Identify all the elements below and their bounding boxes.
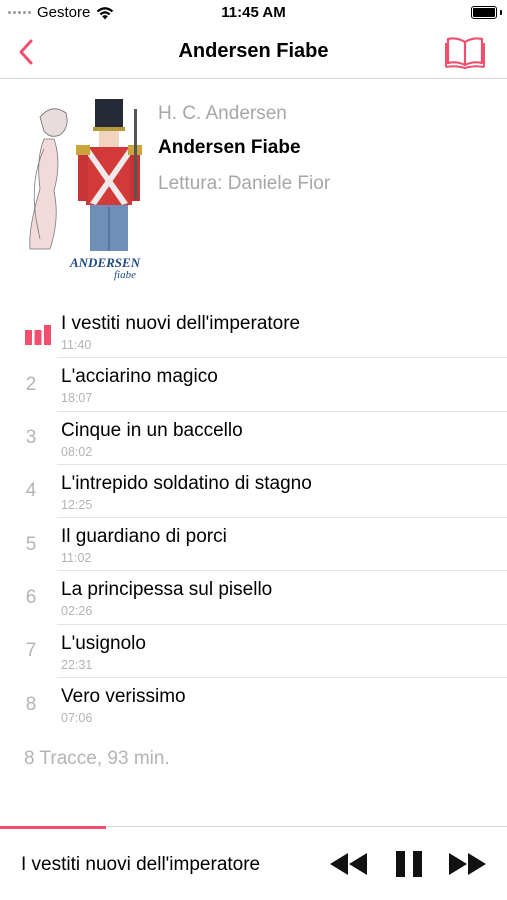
track-duration: 02:26 <box>61 604 93 619</box>
track-title: L'acciarino magico <box>61 366 218 388</box>
track-row[interactable]: 5 Il guardiano di porci 11:02 <box>0 518 507 572</box>
track-duration: 08:02 <box>61 444 93 459</box>
album-author: H. C. Andersen <box>158 103 287 124</box>
tracks-summary: 8 Tracce, 93 min. <box>24 748 170 769</box>
track-number: 3 <box>25 427 37 449</box>
track-title: Vero verissimo <box>61 686 186 708</box>
track-title: I vestiti nuovi dell'imperatore <box>61 313 301 334</box>
track-number: 7 <box>25 640 37 662</box>
album-cover: ANDERSEN fiabe <box>10 99 150 281</box>
track-row[interactable]: 7 L'usignolo 22:31 <box>0 625 507 679</box>
cover-subtitle-text: fiabe <box>114 269 136 281</box>
track-duration: 12:25 <box>61 497 93 512</box>
pause-icon <box>396 851 422 877</box>
track-row[interactable]: I vestiti nuovi dell'imperatore 11:40 <box>0 305 507 359</box>
player-bar: I vestiti nuovi dell'imperatore <box>0 826 507 900</box>
pause-button[interactable] <box>394 849 424 879</box>
battery-icon <box>471 6 497 19</box>
track-title: Cinque in un baccello <box>61 419 243 441</box>
open-book-icon <box>445 37 485 70</box>
track-number: 8 <box>25 693 37 715</box>
track-list: I vestiti nuovi dell'imperatore 11:40 2 … <box>0 305 507 731</box>
navigation-bar: Andersen Fiabe <box>0 26 507 79</box>
book-button[interactable] <box>445 35 485 70</box>
back-button[interactable] <box>10 36 42 68</box>
playback-progress-bar[interactable] <box>0 826 107 829</box>
album-reader: Lettura: Daniele Fior <box>158 173 331 194</box>
battery-tip <box>500 10 502 15</box>
track-title: La principessa sul pisello <box>61 579 273 601</box>
track-row[interactable]: 3 Cinque in un baccello 08:02 <box>0 412 507 465</box>
track-number: 2 <box>25 373 37 395</box>
track-row[interactable]: 8 Vero verissimo 07:06 <box>0 678 507 731</box>
fast-forward-button[interactable] <box>446 849 488 879</box>
track-duration: 18:07 <box>61 391 93 406</box>
track-title: L'usignolo <box>61 632 146 654</box>
rewind-button[interactable] <box>328 849 370 879</box>
track-number: 4 <box>25 480 37 502</box>
track-duration: 22:31 <box>61 657 93 672</box>
equalizer-icon <box>25 325 51 345</box>
track-title: L'intrepido soldatino di stagno <box>61 472 312 494</box>
page-title: Andersen Fiabe <box>178 40 329 62</box>
status-bar: Gestore 11:45 AM <box>0 0 507 26</box>
track-number: 5 <box>25 533 37 555</box>
track-duration: 11:02 <box>61 551 92 566</box>
track-duration: 07:06 <box>61 711 93 726</box>
rewind-icon <box>330 853 367 875</box>
album-title: Andersen Fiabe <box>158 137 301 158</box>
chevron-left-icon <box>19 39 33 65</box>
now-playing-title[interactable]: I vestiti nuovi dell'imperatore <box>21 854 260 876</box>
fast-forward-icon <box>449 853 486 875</box>
track-row[interactable]: 6 La principessa sul pisello 02:26 <box>0 571 507 625</box>
album-header: ANDERSEN fiabe H. C. Andersen Andersen F… <box>10 99 500 281</box>
track-row[interactable]: 4 L'intrepido soldatino di stagno 12:25 <box>0 465 507 519</box>
track-number: 6 <box>25 586 37 608</box>
status-time: 11:45 AM <box>221 4 286 21</box>
track-duration: 11:40 <box>61 338 92 352</box>
track-title: Il guardiano di porci <box>61 526 227 548</box>
cover-illustration <box>29 99 142 251</box>
track-row[interactable]: 2 L'acciarino magico 18:07 <box>0 358 507 412</box>
